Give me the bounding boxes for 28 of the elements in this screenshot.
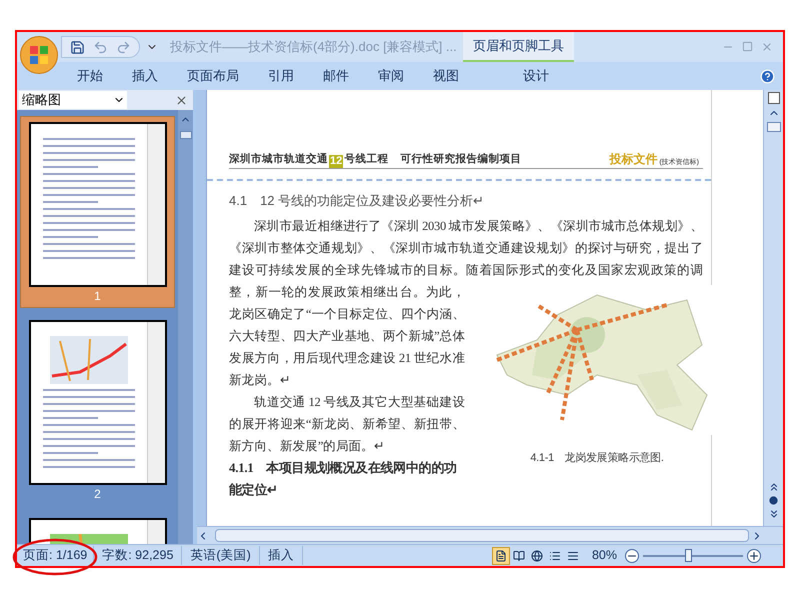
zoom-level[interactable]: 80% (592, 546, 617, 565)
figure-caption: 4.1-1 龙岗发展策略示意图. (530, 451, 664, 466)
subsection-heading: 4.1.1 本项目规划概况及在线网中的的功能定位↵ (229, 459, 458, 499)
header-title: 号线工程 (344, 152, 388, 168)
word-count[interactable]: 字数: 92,295 (94, 546, 182, 565)
line-number-badge: 12 (329, 155, 344, 168)
ribbon-tab[interactable]: 插入 (120, 64, 170, 88)
contextual-tab-group: 页眉和页脚工具 (462, 32, 574, 62)
body-paragraph: 整，新一轮的发展政策相继出台。为此，龙岗区确定了“一个目标定位、四个内涵、六大转型、四大产业基地、两个新城”总体发展方向，用后现代理念建设 21 世纪水准新龙岗。↵ (229, 284, 465, 389)
page-number: 2 (94, 486, 101, 503)
ribbon-tab[interactable]: 设计 (486, 64, 586, 88)
header-document-type: 投标文件 (609, 151, 658, 168)
ribbon-tab[interactable]: 视图 (421, 64, 471, 88)
header-project: 可行性研究报告编制项目 (400, 152, 522, 168)
body-paragraph: 深圳市最近相继进行了《深圳 2030 城市发展策略》、《深圳市城市总体规划》、《深圳市整体交通规划》、《深圳市城市轨道交通建设规划》的探讨与研究，提出了建设可持续发展的全球先锋城市的目标。随着国际形式的变化及国家宏观政策的调 (229, 218, 703, 279)
ribbon-tab[interactable]: 开始 (65, 64, 115, 88)
ribbon-tab[interactable]: 审阅 (366, 64, 416, 88)
ribbon-tab[interactable]: 引用 (256, 64, 306, 88)
section-heading: 4.1 12 号线的功能定位及建设必要性分析↵ (229, 192, 486, 210)
header-title: 深圳市城市轨道交通 (229, 152, 328, 168)
pane-view-dropdown[interactable]: 缩略图 (19, 91, 127, 109)
window-title: 投标文件——技术资信标(4部分).doc [兼容模式] ... (170, 38, 457, 56)
insert-mode[interactable]: 插入 (260, 546, 303, 565)
ribbon-tab[interactable]: 页面布局 (175, 64, 251, 88)
page-number: 1 (94, 288, 101, 305)
ribbon-tab[interactable]: 邮件 (311, 64, 361, 88)
language-indicator[interactable]: 英语(美国) (182, 546, 260, 565)
body-paragraph: 轨道交通 12 号线及其它大型基础建设的展开将迎来“新龙岗、新希望、新扭带、新方向、新发展”的局面。↵ (229, 394, 465, 455)
